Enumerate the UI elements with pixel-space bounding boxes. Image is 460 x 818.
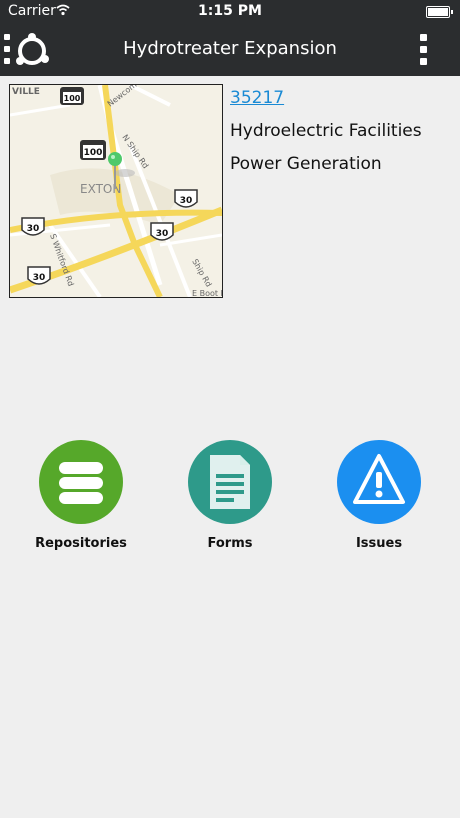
repositories-circle[interactable] — [39, 440, 123, 524]
route-30-shield-icon: 30 — [21, 217, 45, 236]
repositories-label: Repositories — [35, 536, 127, 551]
svg-text:30: 30 — [156, 229, 169, 239]
form-document-icon — [210, 455, 250, 509]
map-street-label: E Boot Rd — [192, 289, 222, 297]
asset-id-link[interactable]: 35217 — [230, 88, 284, 108]
database-icon — [59, 462, 103, 504]
location-map[interactable]: Newcomen Rd N Ship Rd S Whitford Rd Ship… — [9, 84, 223, 298]
top-bar: Carrier 1:15 PM Hydrotreater Expansion — [0, 0, 460, 76]
asset-subcategory-label: Power Generation — [230, 154, 382, 174]
forms-button[interactable]: Forms — [160, 440, 300, 560]
issues-label: Issues — [355, 536, 403, 551]
route-30-shield-icon: 30 — [150, 222, 174, 241]
map-canvas: Newcomen Rd N Ship Rd S Whitford Rd Ship… — [10, 85, 222, 297]
svg-text:100: 100 — [64, 94, 81, 103]
svg-text:100: 100 — [84, 148, 103, 158]
route-100-shield-icon: 100 — [60, 87, 84, 105]
overflow-menu-button[interactable] — [420, 34, 428, 66]
page-title: Hydrotreater Expansion — [123, 38, 337, 59]
asset-category-label: Hydroelectric Facilities — [230, 121, 422, 141]
svg-text:30: 30 — [27, 224, 40, 234]
issues-button[interactable]: Issues — [309, 440, 449, 560]
map-place-label: VILLE — [12, 87, 40, 97]
navigation-bar: Hydrotreater Expansion — [0, 24, 460, 76]
forms-circle[interactable] — [188, 440, 272, 524]
status-bar: Carrier 1:15 PM — [0, 0, 460, 24]
warning-icon — [353, 454, 405, 504]
route-30-shield-icon: 30 — [174, 189, 198, 208]
battery-icon — [426, 6, 453, 18]
clock-label: 1:15 PM — [198, 3, 262, 19]
app-screen: Carrier 1:15 PM Hydrotreater Expansion N… — [0, 0, 460, 818]
issues-circle[interactable] — [337, 440, 421, 524]
route-30-shield-icon: 30 — [27, 266, 51, 285]
svg-text:30: 30 — [33, 273, 46, 283]
forms-label: Forms — [207, 536, 253, 551]
svg-text:30: 30 — [180, 196, 193, 206]
repositories-button[interactable]: Repositories — [11, 440, 151, 560]
route-100-shield-icon: 100 — [80, 140, 106, 160]
